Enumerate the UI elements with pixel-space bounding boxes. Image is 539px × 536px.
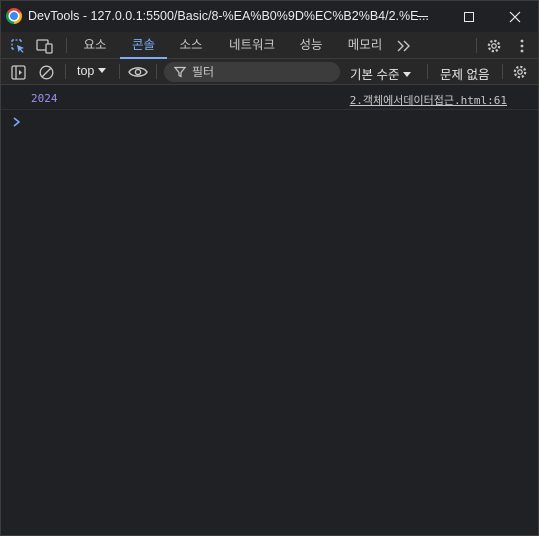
context-label: top [77, 64, 95, 78]
window-title: DevTools - 127.0.0.1:5500/Basic/8-%EA%B0… [28, 9, 429, 23]
maximize-icon [464, 11, 474, 22]
toolbar-divider [427, 64, 428, 79]
log-level-selector[interactable]: 기본 수준 [350, 64, 412, 83]
sidebar-toggle-button[interactable] [9, 63, 27, 81]
chevron-down-icon [403, 72, 412, 77]
toolbar-divider [65, 64, 66, 79]
log-level-label: 기본 수준 [350, 68, 400, 82]
toolbar-divider [502, 64, 503, 79]
minimize-button[interactable] [399, 1, 445, 32]
issues-counter[interactable]: 문제 없음 [440, 64, 489, 83]
console-settings-button[interactable] [511, 63, 529, 81]
filter-box[interactable] [164, 62, 340, 82]
tab-console[interactable]: 콘솔 [120, 32, 167, 59]
toolbar-divider [66, 38, 67, 53]
maximize-button[interactable] [446, 1, 492, 32]
device-toolbar-button[interactable] [36, 37, 54, 55]
inspect-element-button[interactable] [9, 37, 27, 55]
live-expression-button[interactable] [127, 63, 149, 81]
settings-icon [487, 39, 501, 53]
tab-memory[interactable]: 메모리 [340, 32, 390, 58]
close-button[interactable] [492, 1, 538, 32]
log-source-link[interactable]: 2.객체에서데이터접근.html:61 [350, 92, 507, 108]
main-toolbar: 요소 콘솔 소스 네트워크 성능 메모리 [1, 32, 538, 59]
filter-icon [174, 66, 186, 78]
filter-input[interactable] [192, 62, 332, 82]
tab-elements[interactable]: 요소 [75, 32, 115, 58]
console-message: 2024 2.객체에서데이터접근.html:61 [1, 86, 538, 110]
toolbar-divider [476, 38, 477, 53]
console-toolbar: top 기본 수준 문제 없음 [1, 59, 538, 85]
prompt-chevron-icon [13, 117, 21, 127]
inspect-element-icon [11, 39, 24, 53]
more-options-icon [520, 39, 524, 53]
eye-icon [128, 67, 148, 77]
context-selector[interactable]: top [77, 64, 107, 78]
minimize-icon [416, 16, 428, 17]
settings-button[interactable] [485, 37, 503, 55]
settings-icon [513, 65, 527, 79]
toolbar-divider [156, 64, 157, 79]
toolbar-divider [119, 64, 120, 79]
chrome-logo-icon [6, 8, 22, 24]
devtools-window: DevTools - 127.0.0.1:5500/Basic/8-%EA%B0… [0, 0, 539, 536]
device-toolbar-icon [36, 39, 53, 54]
clear-console-button[interactable] [37, 63, 55, 81]
tab-sources[interactable]: 소스 [171, 32, 211, 58]
sidebar-toggle-icon [10, 64, 26, 80]
more-tabs-button[interactable] [395, 37, 413, 55]
more-tabs-icon [397, 40, 410, 52]
tab-performance[interactable]: 성능 [291, 32, 331, 58]
clear-console-icon [39, 65, 53, 79]
more-options-button[interactable] [513, 37, 531, 55]
title-bar: DevTools - 127.0.0.1:5500/Basic/8-%EA%B0… [1, 1, 538, 32]
chevron-down-icon [98, 68, 107, 73]
tab-network[interactable]: 네트워크 [221, 32, 283, 58]
close-icon [509, 11, 521, 22]
console-output[interactable]: 2024 2.객체에서데이터접근.html:61 [1, 86, 538, 535]
log-value: 2024 [31, 92, 58, 105]
